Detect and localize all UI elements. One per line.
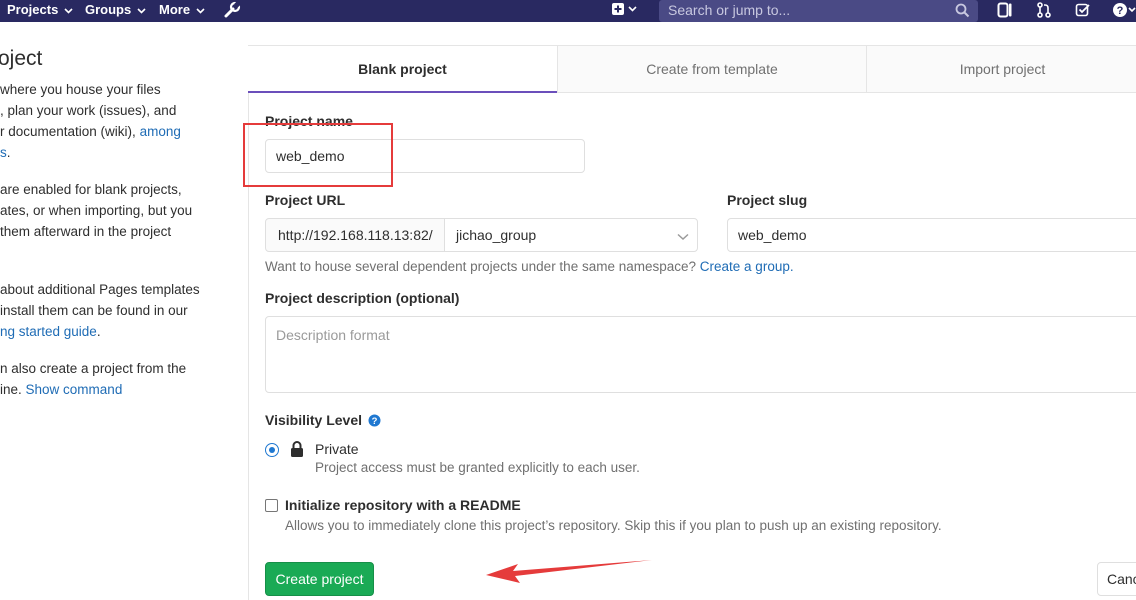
- project-slug-label: Project slug: [727, 192, 808, 208]
- cancel-button[interactable]: Cancel: [1097, 562, 1136, 596]
- sidebar-text: install them can be found in our: [0, 303, 188, 318]
- initialize-readme-label[interactable]: Initialize repository with a README: [285, 497, 521, 513]
- sidebar-text: are enabled for blank projects,: [0, 182, 182, 197]
- groups-menu-label: Groups: [85, 2, 132, 17]
- highlight-annotation: [243, 123, 393, 187]
- groups-menu[interactable]: Groups: [85, 2, 146, 17]
- wrench-icon[interactable]: [223, 1, 241, 19]
- chevron-down-icon: [196, 7, 205, 14]
- sidebar-text: them afterward in the project: [0, 224, 172, 239]
- sidebar-text: ine. Show command: [0, 382, 122, 397]
- show-command-link[interactable]: Show command: [26, 382, 123, 397]
- new-item-dropdown[interactable]: [611, 2, 639, 19]
- search-placeholder: Search or jump to...: [668, 2, 791, 18]
- top-navbar: Projects Groups More Search or jump to..…: [0, 0, 1136, 22]
- help-icon: ?: [1113, 3, 1136, 17]
- among-link[interactable]: among: [140, 124, 181, 139]
- project-url-prefix: http://192.168.118.13:82/: [265, 218, 445, 252]
- sidebar-text-part: ine.: [0, 382, 26, 397]
- sidebar-description: oject where you house your files , plan …: [0, 22, 236, 600]
- project-description-textarea[interactable]: Description format: [265, 316, 1136, 393]
- tab-blank-project[interactable]: Blank project: [248, 46, 557, 93]
- project-description-label: Project description (optional): [265, 290, 460, 306]
- project-url-label: Project URL: [265, 192, 346, 208]
- sidebar-text: n also create a project from the: [0, 361, 187, 376]
- visibility-private-radio[interactable]: [265, 443, 279, 457]
- svg-text:?: ?: [372, 416, 378, 427]
- chevron-down-icon: [64, 7, 73, 14]
- sidebar-text-part: .: [96, 324, 101, 339]
- sidebar-text: r documentation (wiki), among: [0, 124, 181, 139]
- among-link-end[interactable]: s: [0, 145, 7, 160]
- lock-icon: [291, 441, 303, 457]
- sidebar-text: about additional Pages templates: [0, 282, 200, 297]
- more-menu-label: More: [159, 2, 191, 17]
- visibility-level-text: Visibility Level: [265, 412, 363, 428]
- namespace-select[interactable]: jichao_group: [444, 218, 698, 252]
- project-tabs: Blank project Create from template Impor…: [248, 45, 1136, 93]
- private-help: Project access must be granted explicitl…: [315, 460, 640, 475]
- todo-check-icon[interactable]: [1075, 2, 1091, 18]
- projects-menu-label: Projects: [7, 2, 59, 17]
- namespace-value: jichao_group: [456, 227, 537, 243]
- projects-menu[interactable]: Projects: [7, 2, 73, 17]
- sidebar-text: s.: [0, 145, 11, 160]
- question-circle-icon[interactable]: ?: [368, 414, 381, 427]
- more-menu[interactable]: More: [159, 2, 205, 17]
- search-icon: [955, 3, 970, 18]
- sidebar-text: where you house your files: [0, 82, 161, 97]
- chevron-down-icon: [137, 7, 146, 14]
- initialize-readme-checkbox[interactable]: [265, 499, 278, 512]
- project-slug-input[interactable]: web_demo: [727, 218, 1136, 252]
- sidebar-text: ng started guide.: [0, 324, 101, 339]
- select-chevron-icon: [677, 233, 689, 241]
- namespace-help-text: Want to house several dependent projects…: [265, 259, 700, 274]
- tab-import-project[interactable]: Import project: [866, 46, 1136, 93]
- create-group-link[interactable]: Create a group.: [700, 259, 794, 274]
- merge-request-icon[interactable]: [1036, 2, 1052, 18]
- arrow-annotation: [486, 560, 652, 583]
- namespace-help: Want to house several dependent projects…: [265, 259, 794, 274]
- sidebar-text: , plan your work (issues), and: [0, 103, 177, 118]
- getting-started-link[interactable]: ng started guide: [0, 324, 97, 339]
- svg-text:?: ?: [1117, 5, 1124, 17]
- search-box[interactable]: Search or jump to...: [659, 0, 978, 22]
- page-title: oject: [0, 47, 43, 70]
- plus-square-icon: [612, 3, 637, 15]
- sidebar-text-part: .: [6, 145, 11, 160]
- private-label: Private: [315, 441, 359, 457]
- create-project-button[interactable]: Create project: [265, 562, 374, 596]
- sidebar-text-part: r documentation (wiki),: [0, 124, 140, 139]
- help-menu[interactable]: ?: [1112, 2, 1136, 21]
- visibility-level-label: Visibility Level ?: [265, 412, 381, 428]
- initialize-readme-help: Allows you to immediately clone this pro…: [285, 518, 942, 533]
- sidebar-text: ates, or when importing, but you: [0, 203, 193, 218]
- tab-create-from-template[interactable]: Create from template: [557, 46, 866, 93]
- sidebar-toggle-icon[interactable]: [997, 2, 1013, 18]
